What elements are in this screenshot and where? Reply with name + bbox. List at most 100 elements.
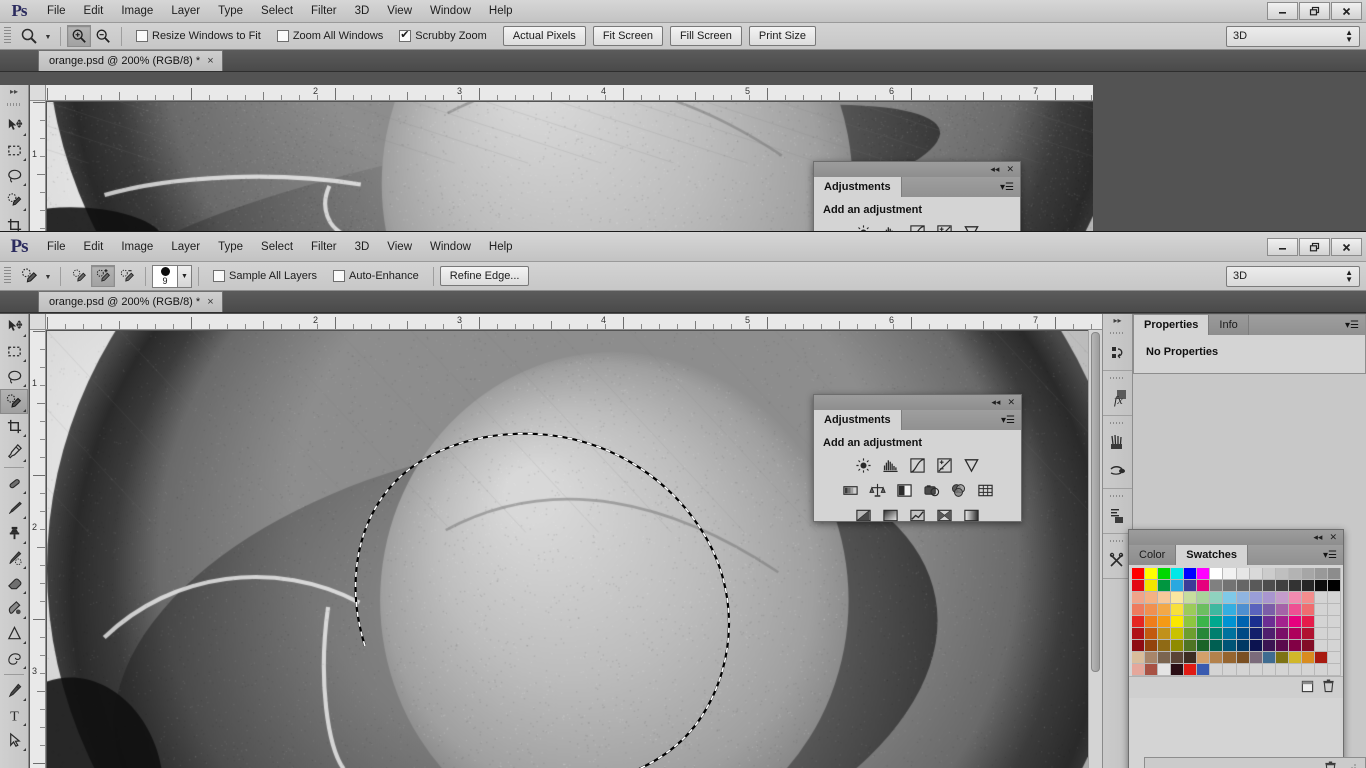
swatch-108[interactable] [1289, 640, 1302, 652]
swatch-23[interactable] [1223, 580, 1236, 592]
swatch-135[interactable] [1223, 664, 1236, 676]
collapse-icon[interactable]: ◂◂ [1313, 532, 1322, 543]
menubar-back[interactable]: File Edit Image Layer Type Select Filter… [38, 0, 522, 22]
swatch-112[interactable] [1132, 652, 1145, 664]
swatch-36[interactable] [1184, 592, 1197, 604]
swatch-21[interactable] [1197, 580, 1210, 592]
document-tabstrip-front[interactable]: orange.psd @ 200% (RGB/8) * × [0, 291, 1366, 313]
swatch-96[interactable] [1132, 640, 1145, 652]
actual-pixels-button[interactable]: Actual Pixels [503, 26, 586, 46]
swatch-24[interactable] [1237, 580, 1250, 592]
brightness-contrast-icon[interactable] [853, 456, 874, 475]
swatch-109[interactable] [1302, 640, 1315, 652]
swatch-97[interactable] [1145, 640, 1158, 652]
menu-item-type[interactable]: Type [209, 0, 252, 22]
ruler-origin[interactable] [30, 85, 46, 101]
swatch-55[interactable] [1223, 604, 1236, 616]
swatch-79[interactable] [1328, 616, 1341, 628]
menu-item-image[interactable]: Image [112, 232, 162, 261]
swatch-68[interactable] [1184, 616, 1197, 628]
swatch-118[interactable] [1210, 652, 1223, 664]
swatch-0[interactable] [1132, 568, 1145, 580]
options-bar-gripper[interactable] [4, 27, 11, 45]
swatch-64[interactable] [1132, 616, 1145, 628]
swatch-48[interactable] [1132, 604, 1145, 616]
swatch-4[interactable] [1184, 568, 1197, 580]
zoom-tool-icon[interactable] [16, 25, 42, 47]
invert-icon[interactable] [853, 506, 874, 525]
document-tabstrip-back[interactable]: orange.psd @ 200% (RGB/8) * × [0, 50, 1366, 72]
menu-item-window[interactable]: Window [421, 0, 480, 22]
swatch-101[interactable] [1197, 640, 1210, 652]
close-icon[interactable]: ✕ [1007, 397, 1015, 408]
swatch-5[interactable] [1197, 568, 1210, 580]
ruler-horizontal-back[interactable]: 2345678 [30, 85, 1093, 101]
dock-gripper[interactable] [1110, 373, 1125, 382]
swatch-3[interactable] [1171, 568, 1184, 580]
print-size-button[interactable]: Print Size [749, 26, 816, 46]
new-selection-button[interactable] [67, 265, 91, 287]
swatch-140[interactable] [1289, 664, 1302, 676]
notes-icon[interactable] [1103, 502, 1132, 530]
adjustments-row-3[interactable] [823, 506, 1012, 525]
swatch-45[interactable] [1302, 592, 1315, 604]
resize-grip-icon[interactable] [1347, 763, 1357, 768]
menu-item-window[interactable]: Window [421, 232, 480, 261]
swatch-27[interactable] [1276, 580, 1289, 592]
history-icon[interactable] [1103, 339, 1132, 367]
swatch-26[interactable] [1263, 580, 1276, 592]
subtract-from-selection-button[interactable] [115, 265, 139, 287]
swatch-62[interactable] [1315, 604, 1328, 616]
swatch-83[interactable] [1171, 628, 1184, 640]
swatch-69[interactable] [1197, 616, 1210, 628]
swatch-63[interactable] [1328, 604, 1341, 616]
swatch-116[interactable] [1184, 652, 1197, 664]
brush-size-field[interactable]: 9 [152, 265, 178, 288]
swatch-38[interactable] [1210, 592, 1223, 604]
swatch-127[interactable] [1328, 652, 1341, 664]
swatch-22[interactable] [1210, 580, 1223, 592]
swatch-138[interactable] [1263, 664, 1276, 676]
panel-menu-icon[interactable]: ▾☰ [995, 410, 1021, 430]
auto-enhance-checkbox[interactable]: Auto-Enhance [333, 270, 419, 282]
swatch-128[interactable] [1132, 664, 1145, 676]
swatch-123[interactable] [1276, 652, 1289, 664]
panel-menu-icon[interactable]: ▾☰ [994, 177, 1020, 197]
swatch-142[interactable] [1315, 664, 1328, 676]
checkbox-box[interactable] [399, 30, 411, 42]
toolbar-gripper[interactable] [7, 99, 21, 110]
swatch-17[interactable] [1145, 580, 1158, 592]
swatch-87[interactable] [1223, 628, 1236, 640]
canvas-scrollbar-vertical[interactable] [1088, 330, 1102, 768]
ruler-vertical-front[interactable]: 123 [30, 314, 46, 768]
ruler-vertical-back[interactable]: 1 [30, 85, 46, 235]
swatch-90[interactable] [1263, 628, 1276, 640]
levels-icon[interactable] [880, 456, 901, 475]
swatch-114[interactable] [1158, 652, 1171, 664]
swatch-86[interactable] [1210, 628, 1223, 640]
ruler-origin[interactable] [30, 314, 46, 330]
swatch-130[interactable] [1158, 664, 1171, 676]
adjustments-tabrow-back[interactable]: Adjustments ▾☰ [814, 177, 1020, 197]
swatch-80[interactable] [1132, 628, 1145, 640]
document-tab-back[interactable]: orange.psd @ 200% (RGB/8) * × [38, 50, 223, 71]
dock-gripper[interactable] [1110, 491, 1125, 500]
menubar-front[interactable]: File Edit Image Layer Type Select Filter… [38, 232, 522, 261]
swatch-15[interactable] [1328, 568, 1341, 580]
swatch-46[interactable] [1315, 592, 1328, 604]
tool-gradient[interactable] [0, 596, 28, 621]
swatch-125[interactable] [1302, 652, 1315, 664]
swatch-137[interactable] [1250, 664, 1263, 676]
menu-item-filter[interactable]: Filter [302, 0, 346, 22]
swatch-133[interactable] [1197, 664, 1210, 676]
tool-crop[interactable] [0, 414, 28, 439]
color-lookup-icon[interactable] [975, 481, 996, 500]
adjustments-panel-titlebar-front[interactable]: ◂◂ ✕ [814, 395, 1021, 410]
swatch-99[interactable] [1171, 640, 1184, 652]
swatch-18[interactable] [1158, 580, 1171, 592]
swatch-34[interactable] [1158, 592, 1171, 604]
tab-adjustments[interactable]: Adjustments [814, 177, 902, 197]
tool-brush[interactable] [0, 496, 28, 521]
channel-mixer-icon[interactable] [948, 481, 969, 500]
collapse-icon[interactable]: ◂◂ [990, 164, 999, 175]
